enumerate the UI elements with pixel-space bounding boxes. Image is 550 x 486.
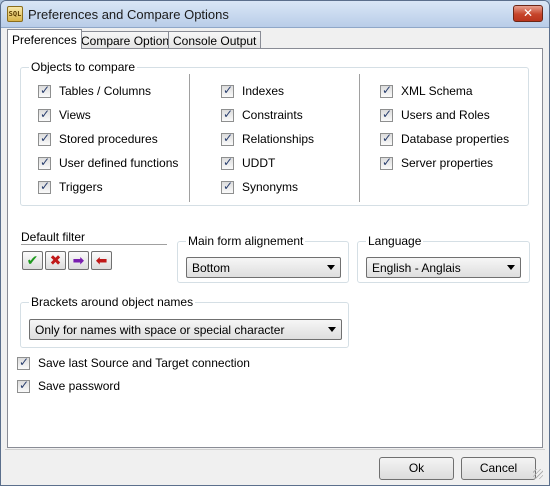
checkbox-label: Indexes <box>242 84 285 98</box>
checkbox-label: Synonyms <box>242 180 299 194</box>
checkbox-box[interactable] <box>380 155 393 170</box>
checkbox-stored-procedures[interactable]: Stored procedures <box>38 131 158 147</box>
checkbox-label: Server properties <box>401 156 494 170</box>
checkbox-box[interactable] <box>380 83 393 98</box>
checkbox-box[interactable] <box>17 378 30 393</box>
checkbox-save-last-connection[interactable]: Save last Source and Target connection <box>17 355 250 371</box>
footer-separator <box>5 449 545 450</box>
ok-button[interactable]: Ok <box>379 457 454 480</box>
default-filter-label: Default filter <box>21 230 86 244</box>
window-title: Preferences and Compare Options <box>28 7 229 22</box>
column-divider <box>189 74 191 202</box>
checkbox-box[interactable] <box>221 107 234 122</box>
checkbox-server-properties[interactable]: Server properties <box>380 155 493 171</box>
checkbox-label: User defined functions <box>59 156 179 170</box>
check-icon[interactable]: ✔ <box>22 251 43 270</box>
checkbox-box[interactable] <box>221 155 234 170</box>
main-form-alignment-group: Main form alignement Bottom <box>177 234 349 283</box>
checkbox-uddt[interactable]: UDDT <box>221 155 275 171</box>
checkbox-relationships[interactable]: Relationships <box>221 131 314 147</box>
checkbox-box[interactable] <box>221 83 234 98</box>
language-select[interactable]: English - Anglais <box>366 257 521 278</box>
close-button[interactable]: ✕ <box>513 5 543 22</box>
checkbox-box[interactable] <box>221 131 234 146</box>
resize-grip[interactable] <box>533 469 543 479</box>
chevron-down-icon <box>507 265 515 270</box>
checkbox-label: UDDT <box>242 156 276 170</box>
checkbox-xml-schema[interactable]: XML Schema <box>380 83 473 99</box>
checkbox-label: Tables / Columns <box>59 84 152 98</box>
default-filter-underline <box>21 244 167 245</box>
checkbox-box[interactable] <box>38 155 51 170</box>
brackets-value: Only for names with space or special cha… <box>35 323 285 337</box>
checkbox-box[interactable] <box>38 83 51 98</box>
checkbox-user-defined-functions[interactable]: User defined functions <box>38 155 178 171</box>
checkbox-label: Database properties <box>401 132 510 146</box>
column-divider <box>359 74 361 202</box>
checkbox-label: Save password <box>38 379 121 393</box>
preferences-window: SQL Preferences and Compare Options ✕ Pr… <box>0 0 550 486</box>
checkbox-label: Stored procedures <box>59 132 158 146</box>
checkbox-box[interactable] <box>38 179 51 194</box>
language-value: English - Anglais <box>372 261 461 275</box>
arrow-right-icon[interactable]: ➡ <box>68 251 89 270</box>
preferences-panel: Objects to compare Tables / Columns View… <box>7 48 543 448</box>
checkbox-label: XML Schema <box>401 84 473 98</box>
tab-console-output[interactable]: Console Output <box>168 31 262 49</box>
cancel-button[interactable]: Cancel <box>461 457 536 480</box>
chevron-down-icon <box>328 327 336 332</box>
objects-to-compare-group: Objects to compare Tables / Columns View… <box>20 60 529 206</box>
cross-icon[interactable]: ✖ <box>45 251 66 270</box>
checkbox-box[interactable] <box>380 107 393 122</box>
language-group: Language English - Anglais <box>357 234 530 283</box>
title-bar[interactable]: SQL Preferences and Compare Options ✕ <box>1 1 549 28</box>
chevron-down-icon <box>327 265 335 270</box>
language-label: Language <box>366 234 424 248</box>
sql-app-icon: SQL <box>7 6 23 22</box>
checkbox-views[interactable]: Views <box>38 107 91 123</box>
checkbox-indexes[interactable]: Indexes <box>221 83 284 99</box>
tab-compare-options[interactable]: Compare Options <box>76 31 181 49</box>
checkbox-label: Triggers <box>59 180 103 194</box>
checkbox-label: Constraints <box>242 108 303 122</box>
checkbox-box[interactable] <box>17 355 30 370</box>
checkbox-tables-columns[interactable]: Tables / Columns <box>38 83 151 99</box>
checkbox-label: Relationships <box>242 132 315 146</box>
checkbox-label: Save last Source and Target connection <box>38 356 250 370</box>
main-form-alignment-label: Main form alignement <box>186 234 306 248</box>
checkbox-triggers[interactable]: Triggers <box>38 179 103 195</box>
checkbox-save-password[interactable]: Save password <box>17 378 120 394</box>
default-filter-group: Default filter ✔ ✖ ➡ ⬅ <box>20 230 168 275</box>
arrow-left-icon[interactable]: ⬅ <box>91 251 112 270</box>
brackets-label: Brackets around object names <box>29 295 196 309</box>
objects-to-compare-label: Objects to compare <box>29 60 138 74</box>
checkbox-box[interactable] <box>38 107 51 122</box>
checkbox-box[interactable] <box>380 131 393 146</box>
tab-preferences[interactable]: Preferences <box>7 29 82 49</box>
checkbox-label: Users and Roles <box>401 108 490 122</box>
dialog-client: Preferences Compare Options Console Outp… <box>5 29 545 481</box>
checkbox-database-properties[interactable]: Database properties <box>380 131 509 147</box>
brackets-select[interactable]: Only for names with space or special cha… <box>29 319 342 340</box>
checkbox-users-and-roles[interactable]: Users and Roles <box>380 107 490 123</box>
checkbox-box[interactable] <box>221 179 234 194</box>
checkbox-label: Views <box>59 108 91 122</box>
checkbox-synonyms[interactable]: Synonyms <box>221 179 298 195</box>
main-form-alignment-select[interactable]: Bottom <box>186 257 341 278</box>
checkbox-constraints[interactable]: Constraints <box>221 107 303 123</box>
checkbox-box[interactable] <box>38 131 51 146</box>
brackets-group: Brackets around object names Only for na… <box>20 295 349 348</box>
main-form-alignment-value: Bottom <box>192 261 231 275</box>
